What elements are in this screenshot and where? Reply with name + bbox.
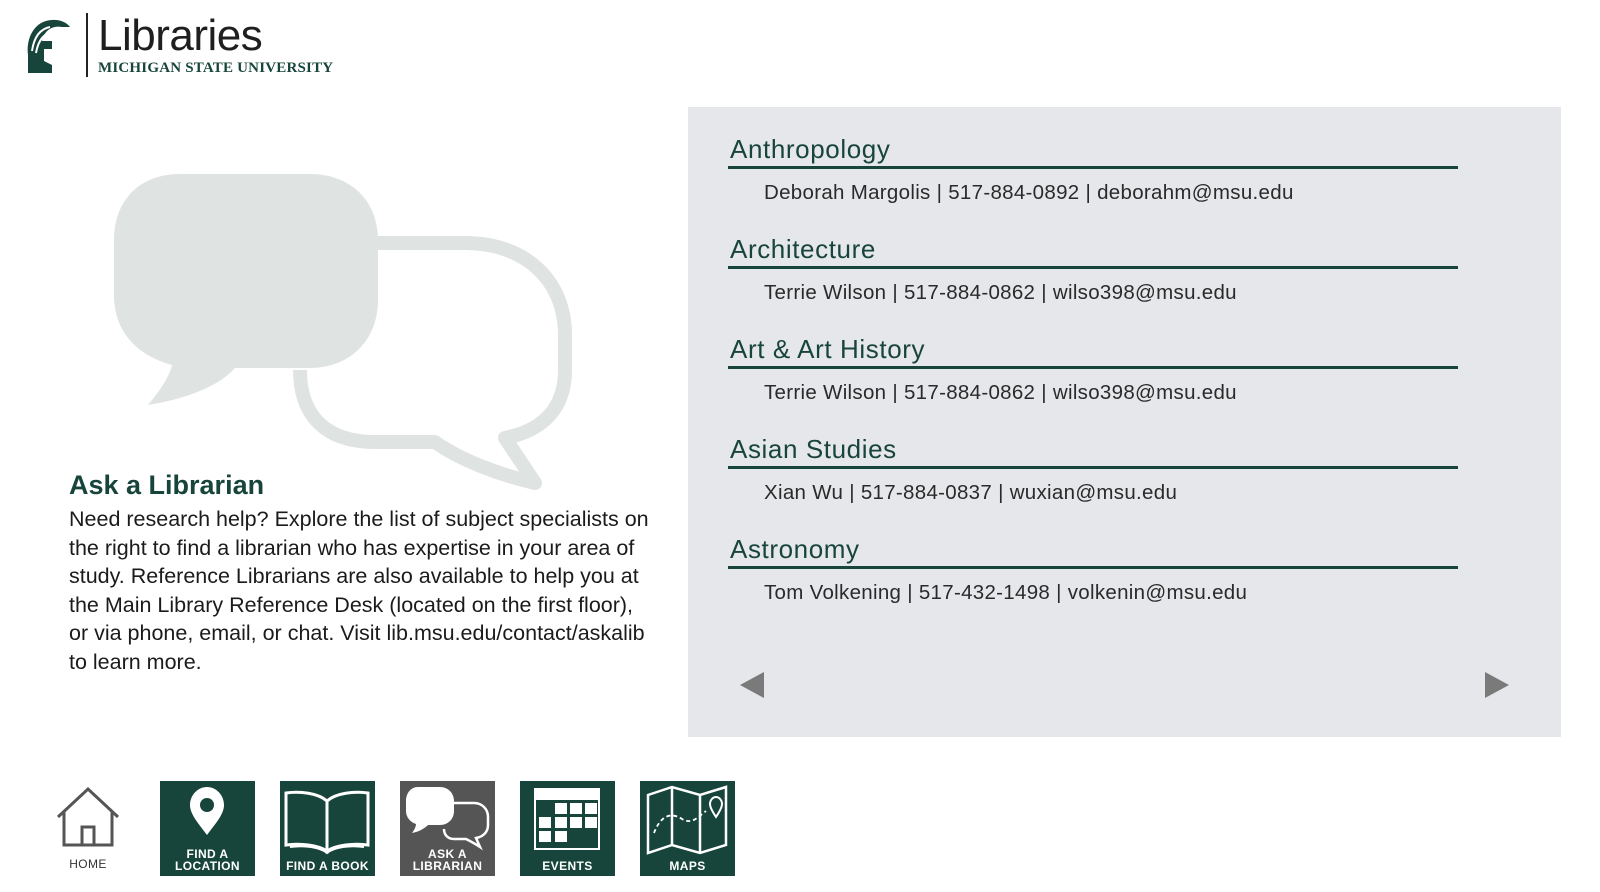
nav-home-button[interactable]: HOME [52,781,124,876]
nav-ask-librarian-label: ASK A LIBRARIAN [412,847,483,873]
subject-heading: Asian Studies [728,433,1458,469]
nav-home-label: HOME [69,857,107,871]
spartan-helmet-icon [27,19,70,73]
nav-events-button[interactable]: EVENTS [520,781,615,876]
subject-heading: Architecture [728,233,1458,269]
subject-item: Anthropology Deborah Margolis | 517-884-… [728,133,1458,205]
msu-libraries-logo: Libraries MICHIGAN STATE UNIVERSITY [22,12,333,78]
subject-item: Architecture Terrie Wilson | 517-884-086… [728,233,1458,305]
nav-find-location-label: FIND A LOCATION [175,847,240,873]
bottom-navigation: HOME FIND A LOCATION FIND A BOOK ASK A LIB… [52,781,760,876]
subject-heading: Art & Art History [728,333,1458,369]
nav-find-book-button[interactable]: FIND A BOOK [280,781,375,876]
subject-item: Astronomy Tom Volkening | 517-432-1498 |… [728,533,1458,605]
logo-divider [86,13,88,77]
subject-heading: Astronomy [728,533,1458,569]
ask-librarian-title: Ask a Librarian [69,470,265,500]
subject-heading: Anthropology [728,133,1458,169]
house-icon [56,786,120,847]
logo-libraries-text: Libraries [98,10,263,60]
nav-maps-label: MAPS [669,859,706,873]
subject-contact[interactable]: Deborah Margolis | 517-884-0892 | debora… [728,181,1458,205]
nav-events-label: EVENTS [542,859,593,873]
subject-contact[interactable]: Xian Wu | 517-884-0837 | wuxian@msu.edu [728,481,1458,505]
subject-specialists-panel: Anthropology Deborah Margolis | 517-884-… [688,107,1561,737]
nav-ask-librarian-button[interactable]: ASK A LIBRARIAN [400,781,495,876]
subject-item: Asian Studies Xian Wu | 517-884-0837 | w… [728,433,1458,505]
next-page-button[interactable] [1483,670,1511,700]
subject-contact[interactable]: Tom Volkening | 517-432-1498 | volkenin@… [728,581,1458,605]
ask-librarian-description: Need research help? Explore the list of … [69,507,649,674]
nav-find-location-button[interactable]: FIND A LOCATION [160,781,255,876]
nav-find-book-label: FIND A BOOK [286,859,369,873]
previous-page-button[interactable] [738,670,766,700]
subject-item: Art & Art History Terrie Wilson | 517-88… [728,333,1458,405]
nav-maps-button[interactable]: MAPS [640,781,735,876]
subject-contact[interactable]: Terrie Wilson | 517-884-0862 | wilso398@… [728,281,1458,305]
chat-bubbles-illustration [114,174,572,490]
logo-university-text: MICHIGAN STATE UNIVERSITY [98,59,334,76]
subject-contact[interactable]: Terrie Wilson | 517-884-0862 | wilso398@… [728,381,1458,405]
